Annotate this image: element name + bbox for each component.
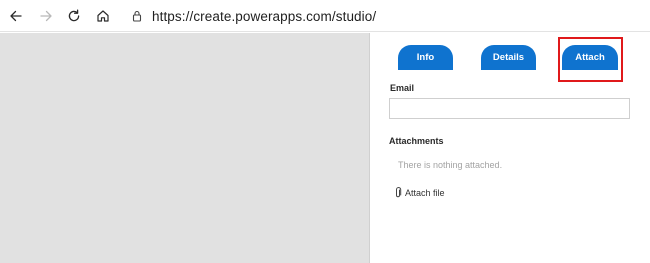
tab-info[interactable]: Info <box>398 45 453 70</box>
canvas-placeholder <box>0 33 369 263</box>
forward-button[interactable] <box>35 5 57 27</box>
back-button[interactable] <box>5 5 27 27</box>
paperclip-icon <box>393 187 402 199</box>
url-text: https://create.powerapps.com/studio/ <box>152 8 377 24</box>
email-field[interactable] <box>389 98 630 119</box>
browser-toolbar: https://create.powerapps.com/studio/ <box>0 0 650 32</box>
attach-tab-highlight <box>558 37 623 82</box>
address-bar[interactable]: https://create.powerapps.com/studio/ <box>125 4 650 28</box>
empty-attachments-message: There is nothing attached. <box>398 160 503 170</box>
home-icon <box>97 10 109 22</box>
attachments-label: Attachments <box>389 136 444 146</box>
forward-icon <box>40 10 52 22</box>
refresh-icon <box>68 9 80 22</box>
attach-file-button[interactable]: Attach file <box>393 186 445 200</box>
home-button[interactable] <box>92 5 114 27</box>
refresh-button[interactable] <box>63 5 85 27</box>
lock-icon <box>130 9 144 23</box>
back-icon <box>10 10 22 22</box>
tab-details[interactable]: Details <box>481 45 536 70</box>
email-label: Email <box>390 83 415 93</box>
attach-file-label: Attach file <box>405 188 445 198</box>
